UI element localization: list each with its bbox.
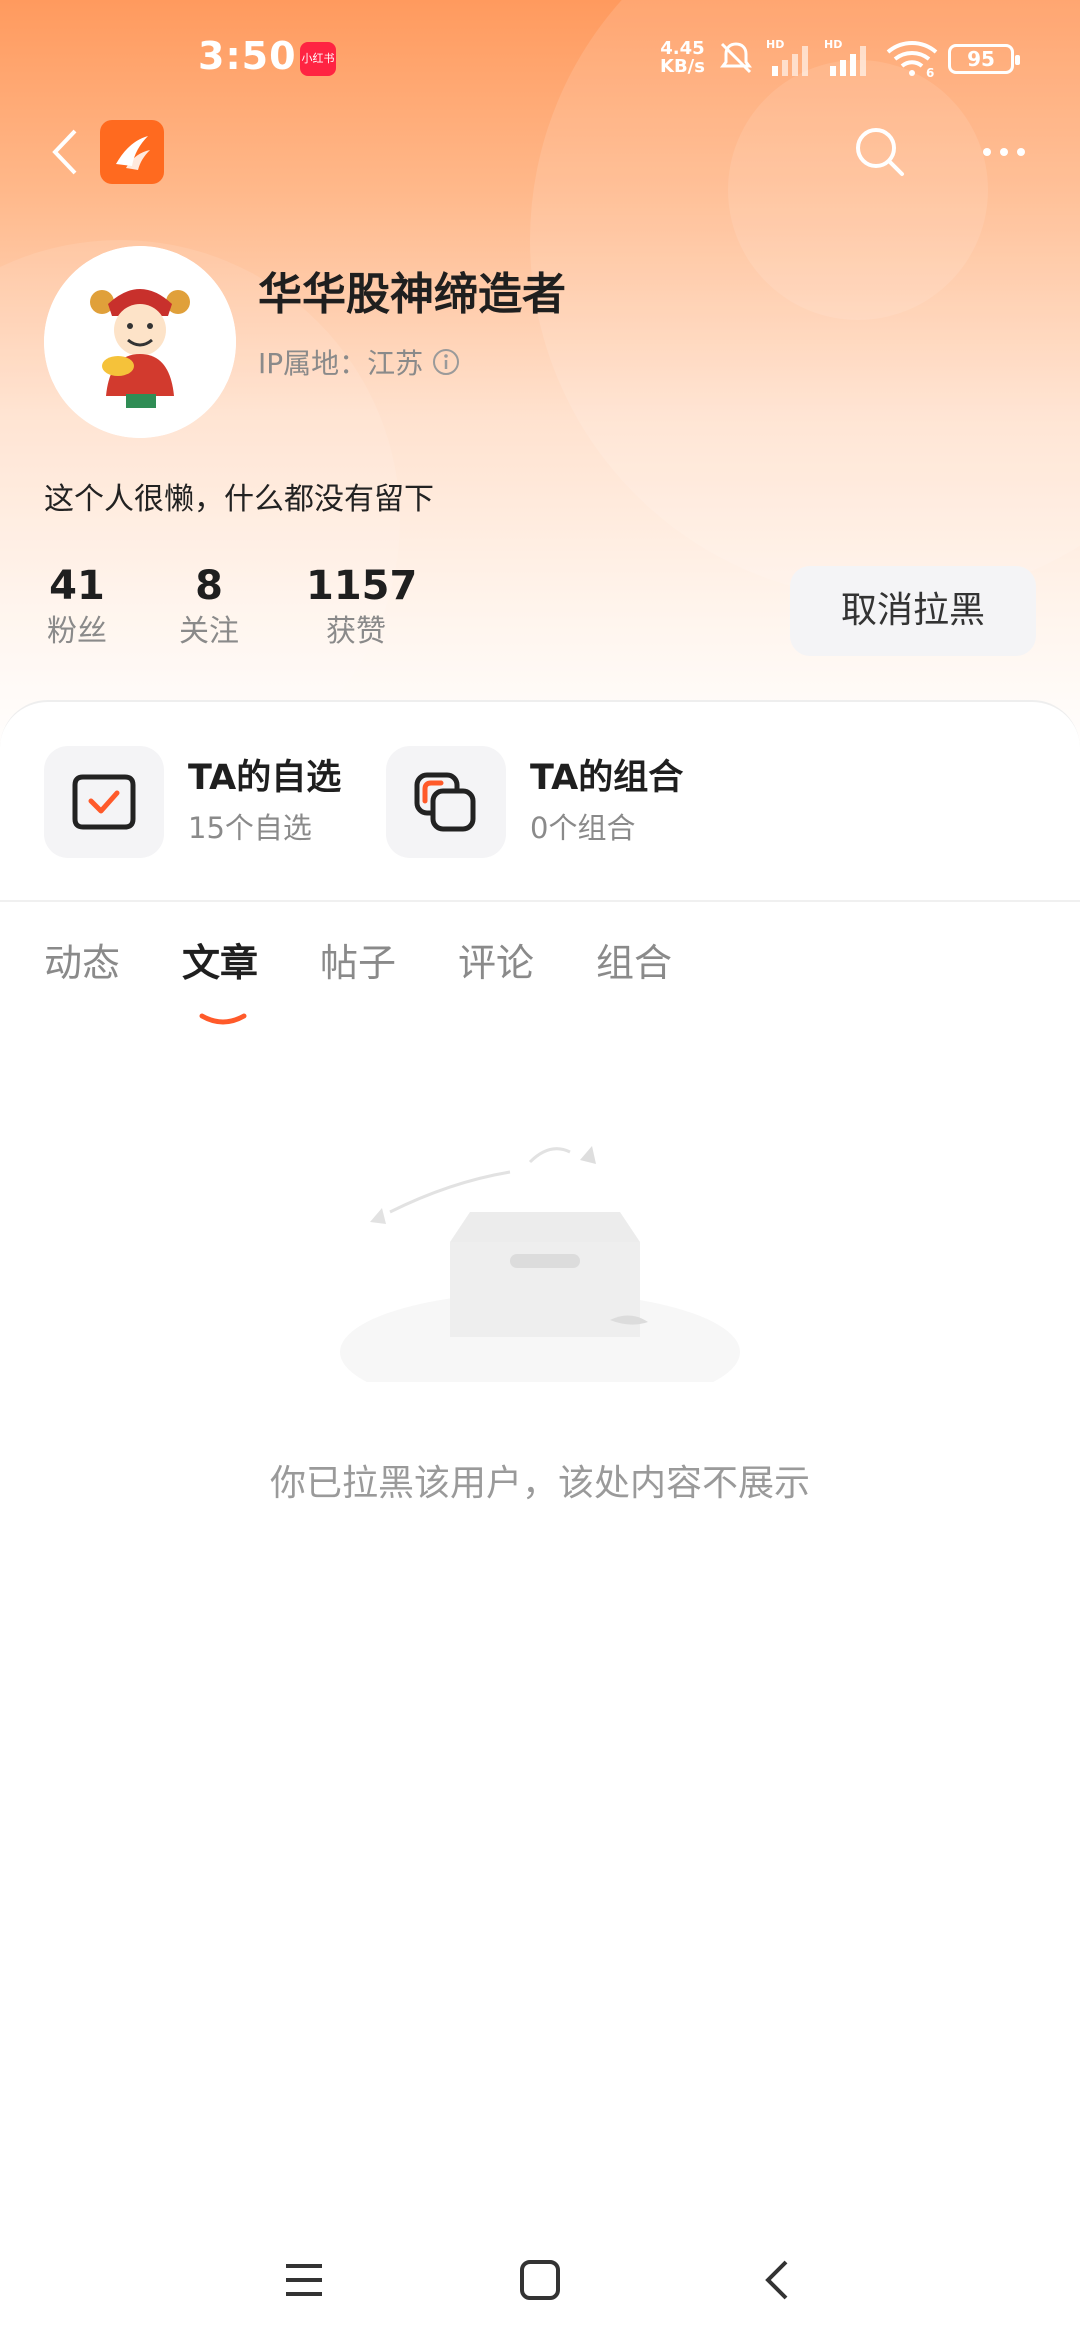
tab-dynamics[interactable]: 动态 [44, 932, 120, 987]
tab-articles[interactable]: 文章 [182, 932, 258, 987]
app-logo[interactable] [100, 120, 164, 184]
search-icon [856, 128, 904, 176]
status-time: 3:50 [198, 34, 297, 78]
info-icon[interactable] [431, 347, 461, 377]
stat-following-label: 关注 [179, 614, 239, 649]
empty-state-message: 你已拉黑该用户，该处内容不展示 [269, 1463, 810, 1504]
home-button[interactable] [510, 2250, 570, 2310]
battery-indicator: 95 [948, 44, 1020, 74]
network-speed-unit: KB/s [660, 56, 705, 77]
stat-likes-value: 1157 [306, 563, 418, 609]
hd-label: HD [766, 38, 784, 51]
more-icon-dot [1017, 148, 1025, 156]
search-button[interactable] [848, 120, 912, 184]
entry-portfolio-title: TA的组合 [530, 758, 684, 798]
back-arrow-icon [52, 129, 77, 175]
checkbox-icon [72, 774, 136, 830]
app-logo-icon [116, 136, 150, 170]
stat-following[interactable]: 8 关注 [176, 562, 242, 654]
profile-bio: 这个人很懒，什么都没有留下 [44, 482, 434, 517]
stat-fans-value: 41 [49, 563, 105, 609]
more-button[interactable] [974, 120, 1034, 184]
system-navigation-bar [0, 2220, 1080, 2340]
tab-comments[interactable]: 评论 [458, 932, 534, 987]
profile-username: 华华股神缔造者 [258, 269, 566, 320]
more-icon-dot [1000, 148, 1008, 156]
entry-watchlist-count: 15个自选 [188, 811, 312, 845]
entry-watchlist[interactable]: TA的自选 15个自选 [44, 746, 341, 858]
status-bar: 3:50 小红书 4.45 KB/s HD HD 6 95 [0, 0, 1080, 120]
more-icon-dot [983, 148, 991, 156]
menu-icon [286, 2264, 322, 2296]
content-tabs: 动态 文章 帖子 评论 组合 [0, 922, 1080, 1025]
mute-bell-icon [720, 42, 752, 74]
system-back-button[interactable] [746, 2250, 806, 2310]
stat-likes-label: 获赞 [326, 614, 386, 649]
network-speed: 4.45 KB/s [660, 40, 705, 76]
portfolio-icon [414, 772, 476, 832]
entry-portfolio-icon-box [386, 746, 506, 858]
profile-stats: 41 粉丝 8 关注 1157 获赞 [0, 562, 700, 662]
unblock-button[interactable]: 取消拉黑 [790, 566, 1036, 656]
home-square-icon [520, 2260, 560, 2300]
recents-button[interactable] [274, 2250, 334, 2310]
signal-2-icon: HD [824, 38, 866, 76]
entry-portfolio[interactable]: TA的组合 0个组合 [386, 746, 683, 858]
top-nav-bar [0, 120, 1080, 240]
active-tab-indicator [199, 1013, 247, 1025]
ip-location-text: IP属地：江苏 [258, 347, 424, 380]
avatar[interactable] [44, 246, 236, 438]
tab-portfolios[interactable]: 组合 [596, 932, 672, 987]
tab-posts[interactable]: 帖子 [320, 932, 396, 987]
stat-fans[interactable]: 41 粉丝 [44, 562, 110, 654]
stat-fans-label: 粉丝 [47, 614, 107, 649]
back-chevron-icon [765, 2260, 788, 2300]
signal-1-icon: HD [766, 38, 808, 76]
wifi-icon: 6 [886, 41, 938, 78]
section-divider [0, 900, 1080, 902]
empty-box-icon [340, 1146, 740, 1382]
hd-label: HD [824, 38, 842, 51]
ip-location: IP属地：江苏 [258, 342, 461, 382]
entry-portfolio-count: 0个组合 [530, 811, 636, 845]
content-card: TA的自选 15个自选 TA的组合 0个组合 动态 文章 帖子 评论 组合 你已… [0, 700, 1080, 2342]
back-button[interactable] [40, 120, 88, 184]
stat-following-value: 8 [195, 563, 223, 609]
stat-likes[interactable]: 1157 获赞 [306, 562, 418, 654]
entry-watchlist-icon-box [44, 746, 164, 858]
notification-app-badge: 小红书 [300, 42, 336, 76]
wifi-badge: 6 [926, 66, 934, 78]
entry-watchlist-title: TA的自选 [188, 758, 342, 798]
avatar-image [44, 246, 236, 438]
